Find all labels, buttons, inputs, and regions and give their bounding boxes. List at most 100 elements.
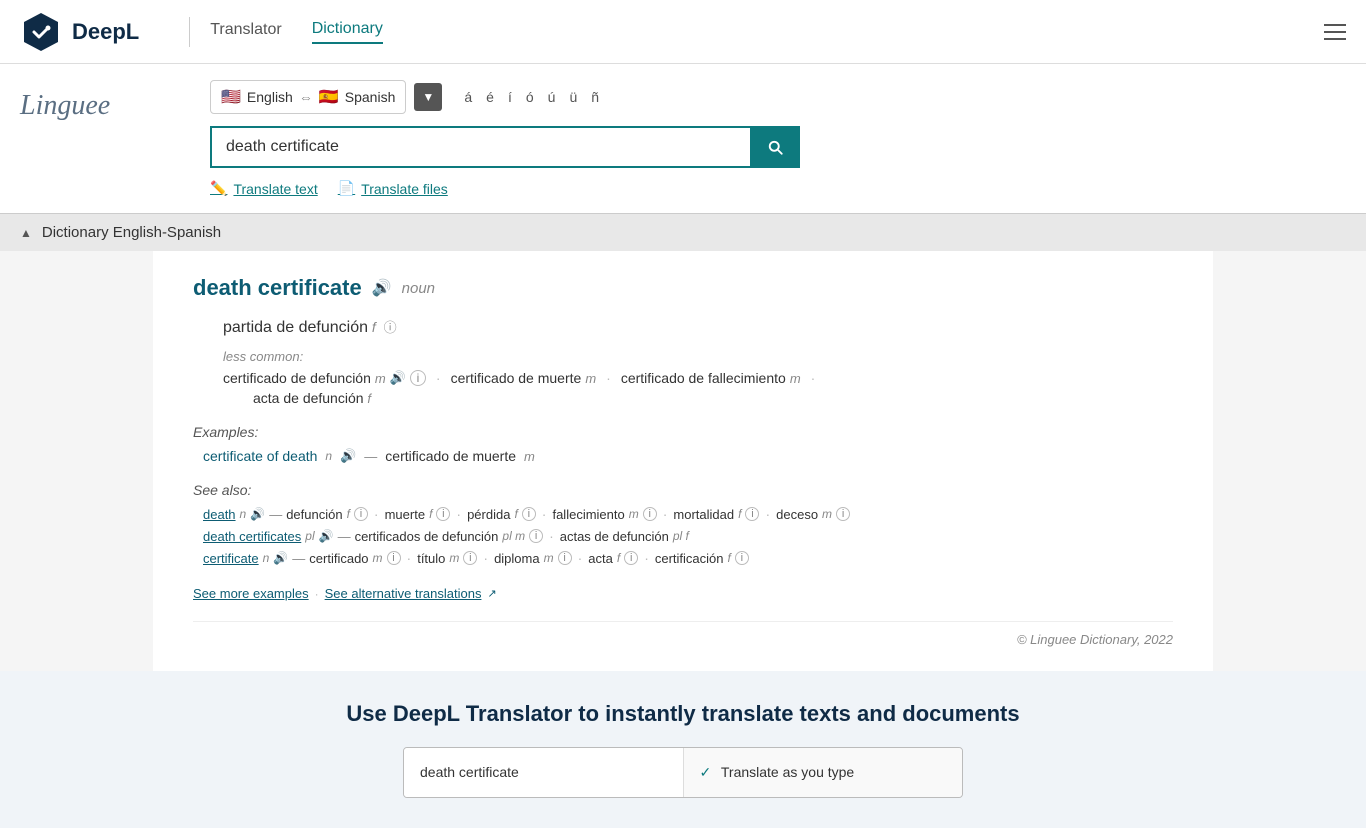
lc-sep-1: · — [436, 370, 441, 386]
lc-extra-text: acta de defunción — [253, 390, 364, 406]
ex-pos-1: n — [325, 449, 332, 463]
language-dropdown-arrow[interactable]: ▼ — [414, 83, 442, 111]
swap-arrows-icon: ⇔ — [299, 89, 313, 105]
sa-gender-perdida: f — [514, 507, 517, 521]
sa-info-fallecimiento[interactable]: i — [643, 507, 657, 521]
sa-info-perdida[interactable]: i — [522, 507, 536, 521]
sa-info-muerte[interactable]: i — [436, 507, 450, 521]
linguee-logo-area: Linguee — [20, 80, 210, 122]
search-button[interactable] — [750, 126, 800, 168]
deepl-logo-icon — [20, 11, 62, 53]
sa-gender-certificacion: f — [728, 551, 731, 565]
special-char-o-acute[interactable]: ó — [522, 87, 538, 107]
search-box — [210, 126, 810, 168]
sa-info-mortalidad[interactable]: i — [745, 507, 759, 521]
sa-info-titulo[interactable]: i — [463, 551, 477, 565]
primary-info-icon[interactable]: ⓘ — [384, 320, 397, 335]
lc-gender-1: m — [375, 371, 386, 386]
external-link-icon: ↗ — [487, 587, 496, 600]
sa-trans-titulo: título — [417, 551, 445, 566]
lc-text-3: certificado de fallecimiento — [621, 370, 786, 386]
sa-gender-actas-defuncion: pl f — [673, 529, 689, 543]
sa-info-defuncion[interactable]: i — [354, 507, 368, 521]
less-common-items: certificado de defunción m 🔊 i · certifi… — [223, 370, 1173, 386]
sa-info-deceso[interactable]: i — [836, 507, 850, 521]
lc-text-2: certificado de muerte — [451, 370, 582, 386]
sa-pos-death-certs: pl — [305, 529, 314, 543]
special-char-u-acute[interactable]: ú — [544, 87, 560, 107]
sa-info-diploma[interactable]: i — [558, 551, 572, 565]
sa-trans-actas-defuncion: actas de defunción — [560, 529, 669, 544]
see-also-row-death-certs: death certificates pl 🔊 — certificados d… — [203, 528, 1173, 544]
search-input[interactable] — [210, 126, 750, 168]
sa-audio-certificate[interactable]: 🔊 — [273, 551, 288, 565]
translate-links: ✏️ Translate text 📄 Translate files — [210, 180, 1346, 197]
sa-pos-certificate: n — [263, 551, 270, 565]
sa-term-death-certs[interactable]: death certificates — [203, 529, 301, 544]
sa-term-death[interactable]: death — [203, 507, 236, 522]
sa-info-certs-defuncion[interactable]: i — [529, 529, 543, 543]
sa-trans-acta: acta — [588, 551, 613, 566]
lc-item-2: certificado de muerte m — [451, 370, 597, 386]
sa-term-certificate[interactable]: certificate — [203, 551, 259, 566]
lc-info-1[interactable]: i — [410, 370, 426, 386]
logo-area: DeepL — [20, 11, 139, 53]
pencil-icon: ✏️ — [210, 180, 227, 197]
examples-label: Examples: — [193, 424, 1173, 440]
promo-section: Use DeepL Translator to instantly transl… — [0, 671, 1366, 828]
sa-trans-diploma: diploma — [494, 551, 540, 566]
see-also-row-death: death n 🔊 — defunción f i · muerte f i ·… — [203, 506, 1173, 522]
alt-translations-link[interactable]: See alternative translations — [325, 586, 482, 601]
special-char-e-acute[interactable]: é — [482, 87, 498, 107]
sa-trans-muerte: muerte — [385, 507, 425, 522]
sa-dash-death-certs: — — [338, 529, 351, 544]
primary-gender: f — [372, 319, 376, 335]
lc-audio-1[interactable]: 🔊 — [390, 370, 406, 386]
sa-trans-mortalidad: mortalidad — [673, 507, 734, 522]
see-also-row-certificate: certificate n 🔊 — certificado m i · títu… — [203, 550, 1173, 566]
collapse-button[interactable]: ▲ — [20, 226, 32, 240]
translate-text-link[interactable]: ✏️ Translate text — [210, 180, 318, 197]
sa-info-acta[interactable]: i — [624, 551, 638, 565]
lc-sep-2: · — [606, 370, 611, 386]
translate-files-link[interactable]: 📄 Translate files — [338, 180, 448, 197]
language-dropdown[interactable]: 🇺🇸 English ⇔ 🇪🇸 Spanish — [210, 80, 406, 114]
ex-es-1: certificado de muerte — [385, 448, 516, 464]
sa-trans-defuncion: defunción — [286, 507, 342, 522]
footer-sep: · — [315, 587, 319, 601]
hamburger-menu-button[interactable] — [1324, 24, 1346, 40]
lang-from-label: English — [247, 89, 293, 105]
special-char-u-umlaut[interactable]: ü — [565, 87, 581, 107]
promo-input-text[interactable]: death certificate — [420, 764, 667, 780]
lc-extra: acta de defunción f — [253, 390, 1173, 406]
search-panel: 🇺🇸 English ⇔ 🇪🇸 Spanish ▼ á é í ó ú ü ñ — [210, 80, 1346, 197]
file-icon: 📄 — [338, 180, 355, 197]
special-char-a-acute[interactable]: á — [460, 87, 476, 107]
more-examples-link[interactable]: See more examples — [193, 586, 309, 601]
sa-audio-death-certs[interactable]: 🔊 — [319, 529, 334, 543]
sa-gender-diploma: m — [544, 551, 554, 565]
nav-dictionary[interactable]: Dictionary — [312, 20, 383, 44]
special-char-i-acute[interactable]: í — [504, 87, 516, 107]
entry-pos: noun — [402, 280, 435, 297]
flag-from-icon: 🇺🇸 — [221, 87, 241, 107]
ex-en-1[interactable]: certificate of death — [203, 448, 317, 464]
dictionary-section-header: ▲ Dictionary English-Spanish — [0, 213, 1366, 251]
linguee-logo: Linguee — [20, 90, 110, 121]
sa-gender-defuncion: f — [347, 507, 350, 521]
entry-audio-button[interactable]: 🔊 — [372, 278, 392, 298]
special-char-n-tilde[interactable]: ñ — [587, 87, 603, 107]
sa-gender-muerte: f — [429, 507, 432, 521]
sa-audio-death[interactable]: 🔊 — [250, 507, 265, 521]
lc-item-1: certificado de defunción m 🔊 i — [223, 370, 426, 386]
nav-translator[interactable]: Translator — [210, 21, 281, 43]
sa-info-certificacion[interactable]: i — [735, 551, 749, 565]
sa-trans-perdida: pérdida — [467, 507, 510, 522]
promo-check-icon: ✓ — [700, 764, 712, 780]
ex-audio-1[interactable]: 🔊 — [340, 448, 356, 464]
sa-info-certificado[interactable]: i — [387, 551, 401, 565]
dictionary-header-label: Dictionary English-Spanish — [42, 224, 221, 241]
menu-line-1 — [1324, 24, 1346, 26]
sa-pos-death: n — [240, 507, 247, 521]
copyright: © Linguee Dictionary, 2022 — [193, 621, 1173, 647]
